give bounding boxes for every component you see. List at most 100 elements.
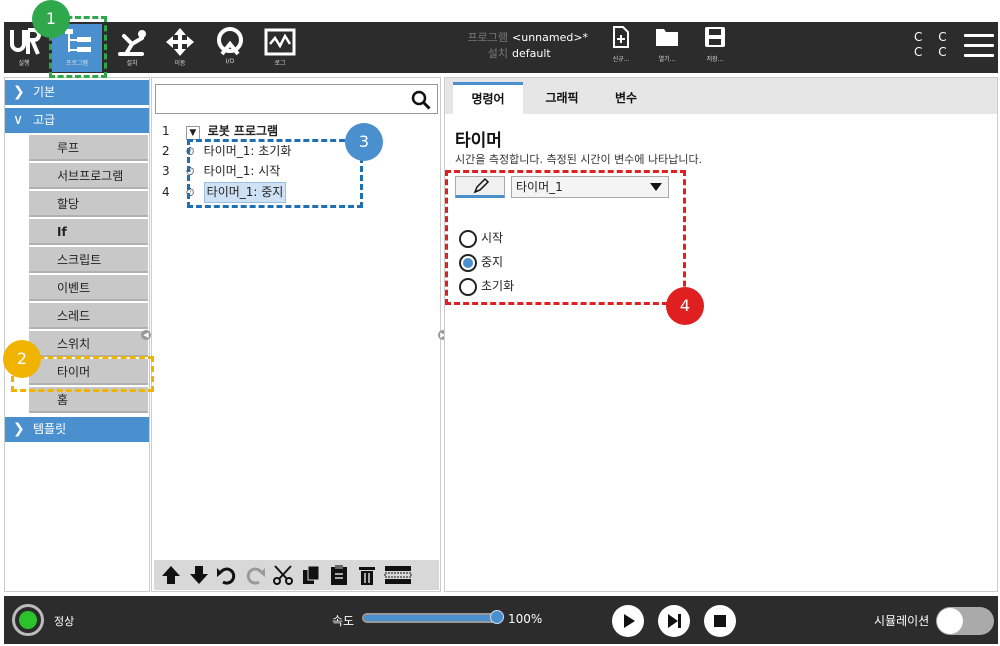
speed-slider-fill: [364, 615, 500, 621]
collapse-triangle-icon[interactable]: ▼: [185, 126, 200, 140]
new-button[interactable]: 신규...: [606, 26, 636, 63]
robot-arm-icon: [118, 30, 146, 56]
install-name: default: [512, 47, 551, 60]
robot-status-icon[interactable]: [12, 604, 44, 636]
category-advanced-label: 고급: [33, 113, 56, 127]
node-title: 타이머: [455, 131, 502, 151]
annotation-badge-3: 3: [345, 123, 383, 161]
tab-command[interactable]: 명령어: [453, 82, 523, 114]
sidebar-item-loop[interactable]: 루프: [29, 135, 148, 161]
program-key: 프로그램: [467, 31, 508, 44]
speed-label: 속도: [332, 614, 355, 628]
category-templates[interactable]: ❯ 템플릿: [5, 417, 149, 442]
robot-status-label: 정상: [54, 615, 75, 628]
chevron-right-icon: ❯: [13, 84, 25, 100]
move-arrows-icon: [166, 28, 194, 56]
annotation-badge-4: 4: [666, 287, 704, 325]
play-icon: [624, 614, 635, 628]
tab-graphics[interactable]: 그래픽: [529, 82, 595, 114]
copy-icon[interactable]: [300, 564, 322, 586]
line-number: 1: [162, 124, 170, 138]
log-icon: [264, 28, 296, 56]
redo-icon[interactable]: [244, 564, 266, 586]
search-input[interactable]: [155, 84, 438, 114]
collapse-left-handle[interactable]: ◀: [141, 330, 151, 340]
annotation-badge-2: 2: [3, 340, 41, 378]
save-button[interactable]: 저장...: [700, 26, 730, 63]
program-info: 프로그램 <unnamed>* 설치 default: [464, 30, 589, 62]
category-templates-label: 템플릿: [33, 422, 67, 436]
save-button-label: 저장...: [706, 56, 724, 63]
annotation-badge-1: 1: [32, 0, 70, 38]
speed-slider[interactable]: [362, 610, 504, 624]
sidebar-item-script[interactable]: 스크립트: [29, 247, 148, 273]
open-button[interactable]: 열기...: [652, 26, 682, 63]
sidebar-item-assignment[interactable]: 할당: [29, 191, 148, 217]
category-basic[interactable]: ❯ 기본: [5, 80, 149, 105]
line-number: 3: [162, 164, 170, 178]
node-description: 시간을 측정합니다. 측정된 시간이 변수에 나타납니다.: [455, 153, 703, 166]
command-detail-panel: 명령어 그래픽 변수 타이머 시간을 측정합니다. 측정된 시간이 변수에 나타…: [444, 77, 998, 592]
sidebar-item-label: 루프: [57, 141, 80, 155]
sidebar-item-label: 스레드: [57, 309, 91, 323]
stop-icon: [714, 615, 726, 627]
save-icon: [705, 27, 725, 47]
category-advanced[interactable]: ∨ 고급: [5, 108, 149, 133]
move-up-icon[interactable]: [160, 564, 182, 586]
sidebar-item-label: 스크립트: [57, 253, 102, 267]
step-forward-icon: [668, 614, 681, 628]
stop-button[interactable]: [704, 605, 736, 637]
hamburger-menu-icon[interactable]: [964, 34, 994, 60]
category-basic-label: 기본: [33, 85, 56, 99]
cut-icon[interactable]: [272, 564, 294, 586]
speed-value: 100%: [508, 612, 543, 626]
sidebar-item-event[interactable]: 이벤트: [29, 275, 148, 301]
sidebar-item-label: If: [57, 225, 67, 239]
sidebar-item-thread[interactable]: 스레드: [29, 303, 148, 329]
sidebar-item-switch[interactable]: 스위치: [29, 331, 148, 357]
nav-move-label: 이동: [174, 60, 186, 67]
sidebar-item-label: 서브프로그램: [57, 169, 124, 183]
top-header: 실행 프로그램 설치 이동 I/O 로그 프로그램 <unnamed>* 설치 …: [4, 22, 998, 73]
line-number: 2: [162, 144, 170, 158]
program-name: <unnamed>*: [512, 31, 589, 44]
simulation-label: 시뮬레이션: [874, 614, 930, 628]
tree-toolbar: [154, 560, 439, 590]
annotation-box-4: [445, 170, 686, 305]
nav-move[interactable]: 이동: [158, 24, 202, 72]
undo-icon[interactable]: [216, 564, 238, 586]
play-button[interactable]: [612, 605, 644, 637]
nav-run-label: 실행: [18, 60, 30, 67]
chevron-right-icon: ❯: [13, 421, 25, 437]
sidebar-item-label: 할당: [57, 197, 80, 211]
sidebar-item-label: 홈: [57, 393, 69, 407]
paste-icon[interactable]: [328, 564, 350, 586]
search-icon[interactable]: [411, 90, 431, 110]
sidebar-item-label: 스위치: [57, 337, 91, 351]
tab-variables[interactable]: 변수: [601, 82, 651, 114]
trash-icon[interactable]: [356, 564, 378, 586]
cc-line-2: C C: [914, 45, 953, 59]
detail-tabs: 명령어 그래픽 변수: [445, 78, 997, 114]
sidebar-item-subprogram[interactable]: 서브프로그램: [29, 163, 148, 189]
chevron-down-icon: ∨: [13, 112, 24, 128]
nav-log-label: 로그: [274, 60, 286, 67]
step-button[interactable]: [658, 605, 690, 637]
open-button-label: 열기...: [658, 56, 676, 63]
bottom-footer: 정상 속도 100% 시뮬레이션: [4, 596, 998, 644]
suppress-icon[interactable]: [384, 564, 412, 586]
move-down-icon[interactable]: [188, 564, 210, 586]
annotation-box-3: [187, 139, 363, 208]
nav-log[interactable]: 로그: [258, 24, 302, 72]
new-button-label: 신규...: [612, 56, 630, 63]
nav-io[interactable]: I/O: [208, 24, 252, 72]
simulation-toggle[interactable]: [936, 607, 994, 635]
open-folder-icon: [656, 29, 678, 46]
new-file-icon: [613, 26, 629, 48]
nav-install-label: 설치: [126, 60, 138, 67]
sidebar-item-if[interactable]: If: [29, 219, 148, 245]
nav-install[interactable]: 설치: [110, 24, 154, 72]
install-key: 설치: [487, 47, 508, 60]
command-category-panel: ❯ 기본 ∨ 고급 루프 서브프로그램 할당 If 스크립트 이벤트 스레드 스…: [4, 77, 150, 592]
speed-slider-thumb[interactable]: [490, 610, 504, 624]
